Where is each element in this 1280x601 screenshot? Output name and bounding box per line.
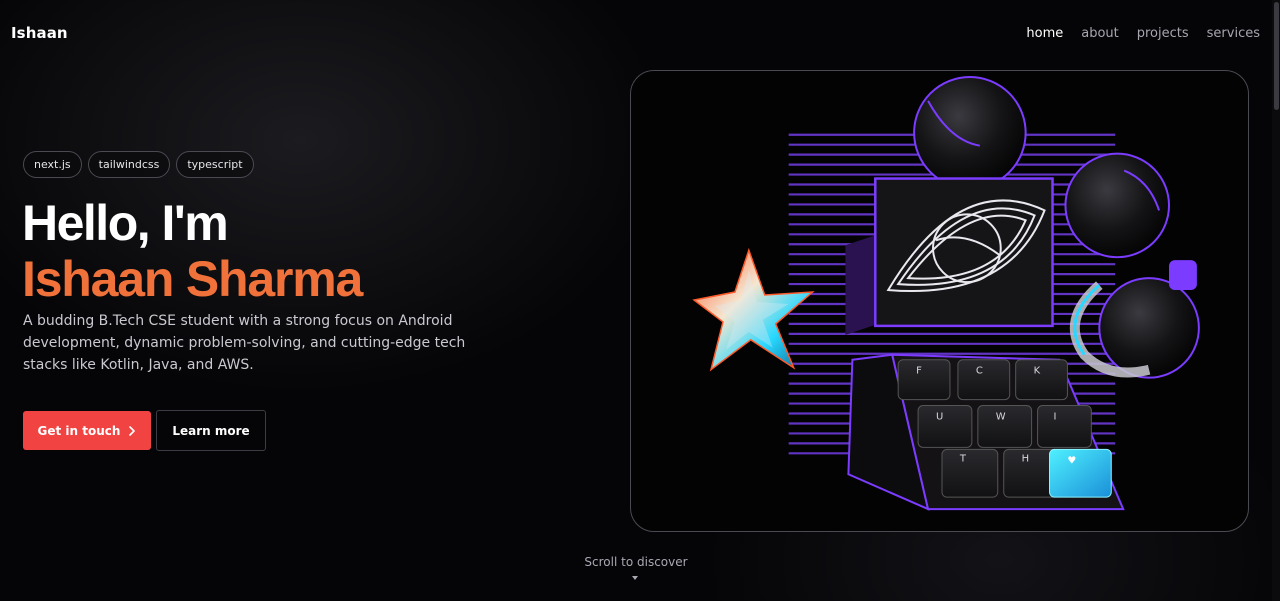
- get-in-touch-button[interactable]: Get in touch: [23, 411, 151, 450]
- tag-tailwindcss: tailwindcss: [87, 151, 171, 178]
- svg-text:H: H: [1022, 453, 1029, 464]
- chevron-right-icon: [129, 425, 136, 436]
- hero-description: A budding B.Tech CSE student with a stro…: [23, 313, 466, 373]
- nav-home[interactable]: home: [1026, 26, 1063, 41]
- svg-text:F: F: [916, 366, 922, 377]
- main-nav: home about projects services: [1026, 26, 1260, 41]
- site-brand[interactable]: Ishaan: [11, 24, 68, 42]
- page-scrollbar[interactable]: [1272, 0, 1280, 601]
- svg-text:U: U: [936, 411, 943, 422]
- key-c: C: [957, 359, 1011, 401]
- caret-down-icon[interactable]: [632, 576, 638, 580]
- svg-text:T: T: [959, 453, 967, 464]
- nav-services[interactable]: services: [1207, 26, 1260, 41]
- sphere-bottom-right: [1098, 277, 1200, 379]
- tech-tags: next.js tailwindcss typescript: [23, 151, 254, 178]
- svg-text:C: C: [976, 366, 983, 377]
- nav-projects[interactable]: projects: [1137, 26, 1189, 41]
- key-w: W: [977, 405, 1033, 448]
- hero-name: Ishaan Sharma: [22, 251, 363, 307]
- key-heart: ♥: [1049, 448, 1112, 498]
- key-u: U: [917, 405, 973, 448]
- monitor: [845, 177, 1054, 335]
- svg-text:I: I: [1054, 411, 1057, 422]
- nav-about[interactable]: about: [1081, 26, 1119, 41]
- learn-more-button[interactable]: Learn more: [156, 410, 266, 451]
- scroll-hint[interactable]: Scroll to discover: [0, 555, 1272, 569]
- key-k: K: [1015, 359, 1068, 401]
- get-in-touch-label: Get in touch: [37, 423, 121, 438]
- hero-illustration: F C K U W I T H ♥: [692, 75, 1200, 511]
- sphere-top: [913, 75, 1027, 190]
- tag-nextjs: next.js: [23, 151, 82, 178]
- key-f: F: [897, 359, 951, 401]
- svg-text:K: K: [1034, 366, 1041, 377]
- sphere-right: [1064, 152, 1170, 259]
- learn-more-label: Learn more: [172, 423, 250, 438]
- scrollbar-thumb[interactable]: [1274, 2, 1279, 110]
- svg-text:♥: ♥: [1067, 455, 1076, 466]
- star-shape: [692, 247, 815, 372]
- hero-illustration-card: F C K U W I T H ♥: [630, 70, 1249, 532]
- tag-typescript: typescript: [176, 151, 254, 178]
- key-i: I: [1037, 405, 1092, 448]
- key-t: T: [941, 448, 999, 498]
- svg-text:W: W: [996, 411, 1006, 422]
- hero-greeting: Hello, I'm: [22, 195, 229, 251]
